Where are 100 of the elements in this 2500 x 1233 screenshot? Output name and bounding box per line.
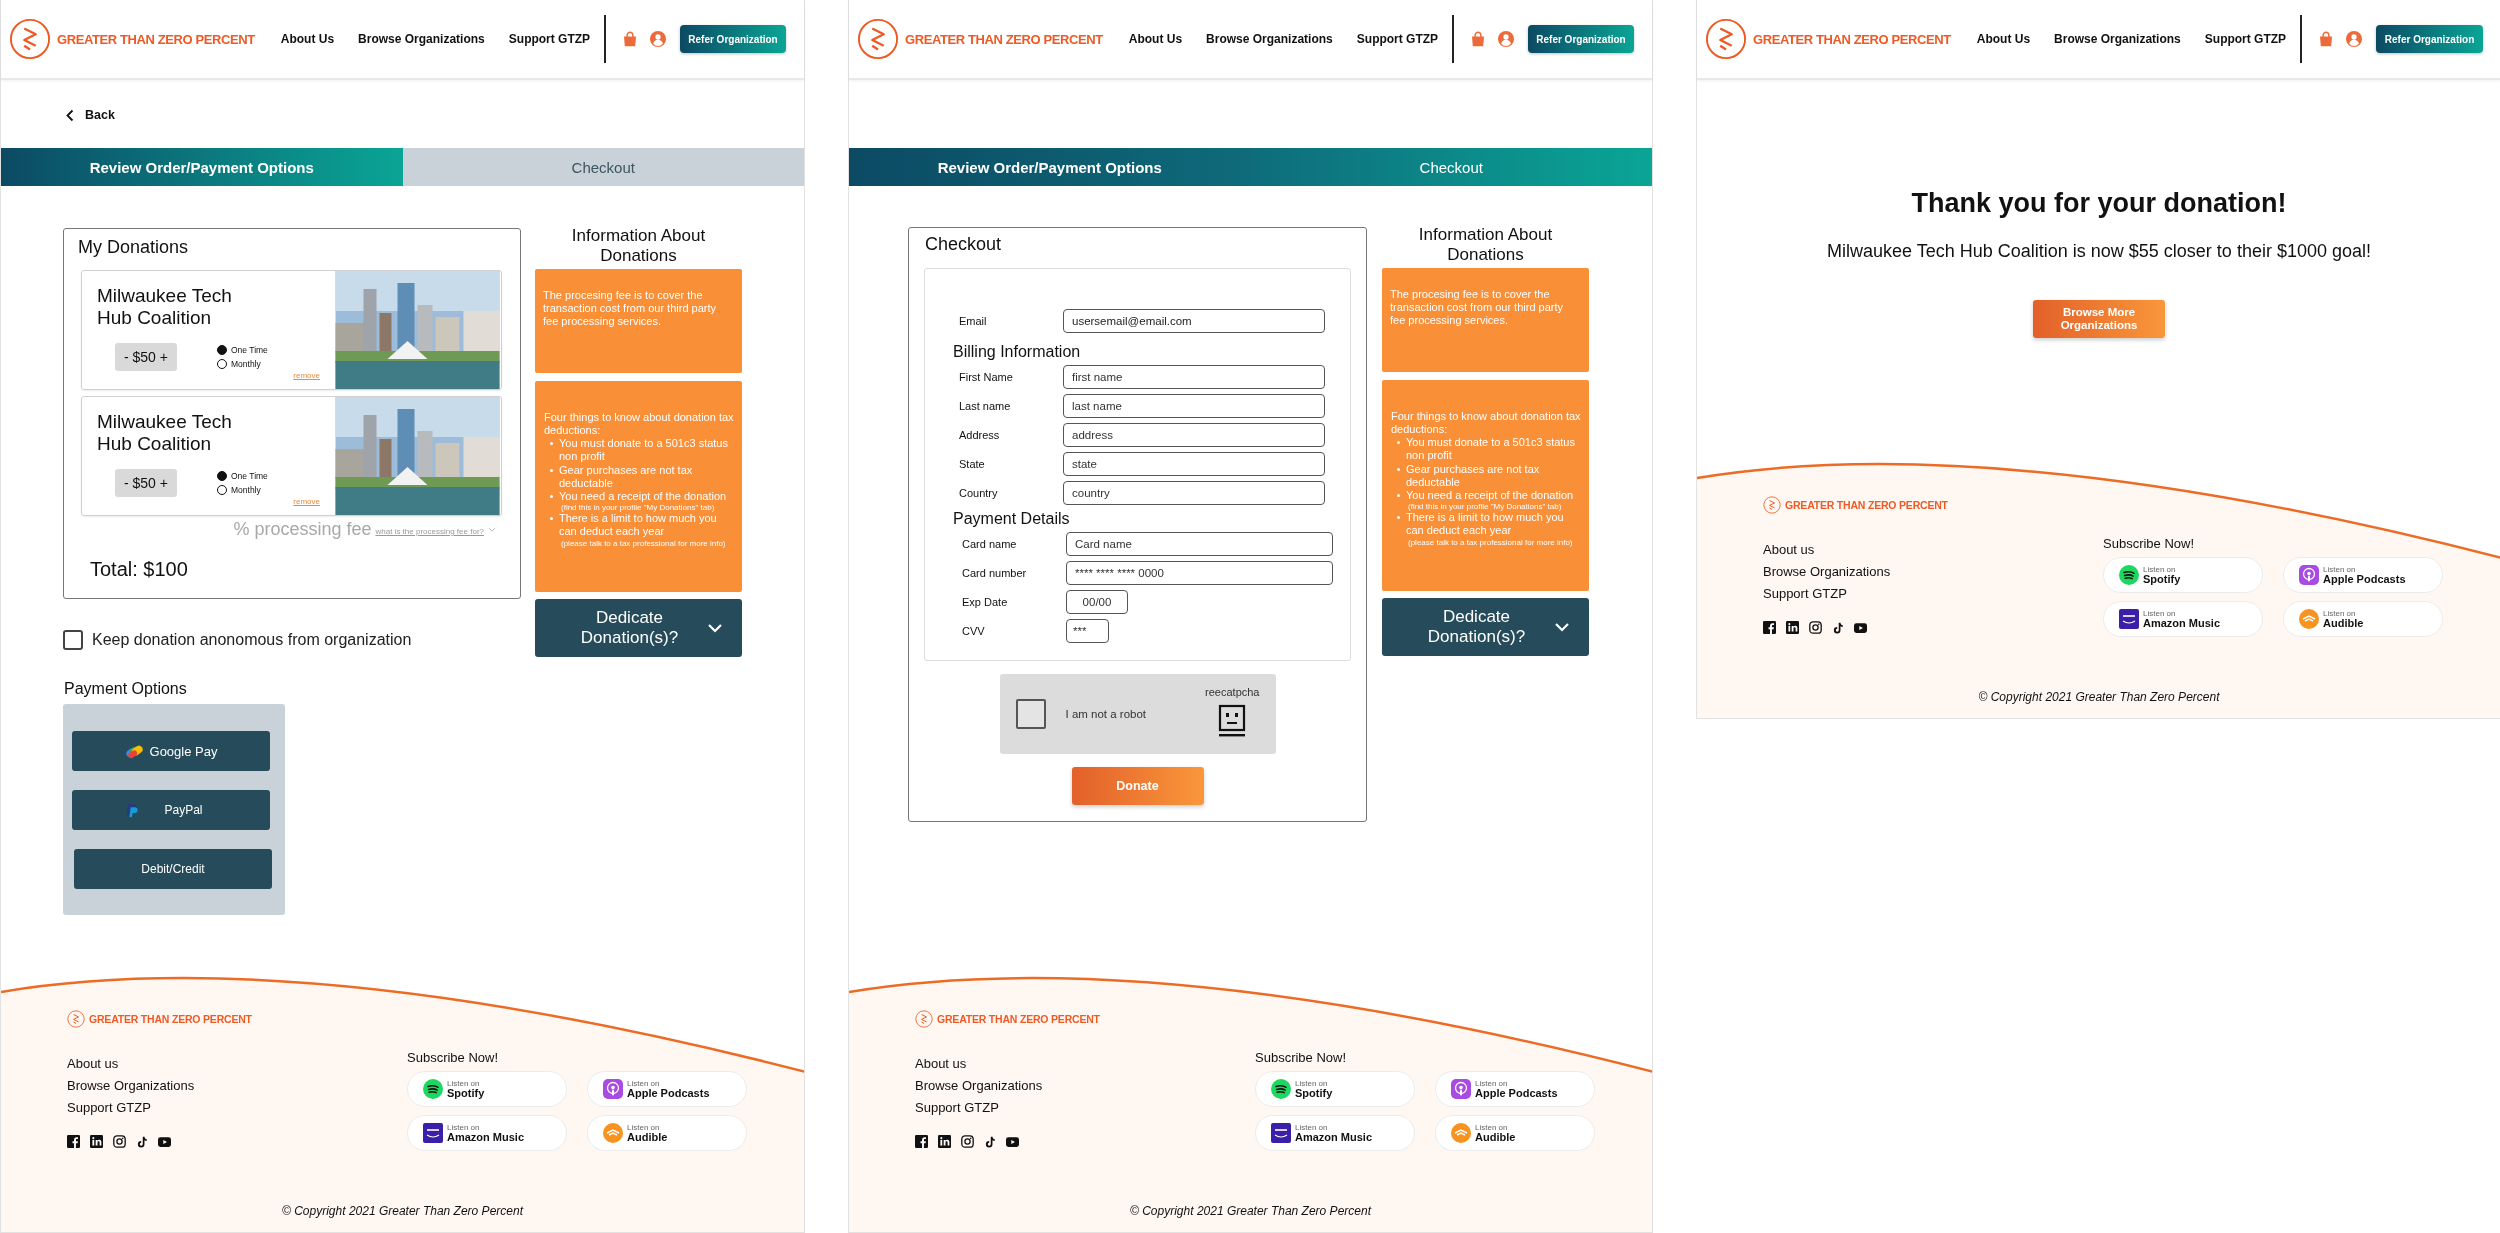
instagram-icon[interactable]: [1809, 621, 1822, 634]
footer-link[interactable]: Browse Organizations: [1763, 564, 2103, 579]
footer-link[interactable]: Support GTZP: [1763, 586, 2103, 601]
badge-label: Amazon Music: [2143, 617, 2220, 629]
nav-link[interactable]: Support GTZP: [508, 32, 591, 46]
instagram-icon[interactable]: [113, 1135, 126, 1148]
nav-link[interactable]: Browse Organizations: [2054, 32, 2181, 46]
back-link[interactable]: Back: [65, 107, 115, 123]
input-field[interactable]: 00/00: [1066, 590, 1128, 614]
nav-link[interactable]: About Us: [1128, 32, 1183, 46]
footer-link[interactable]: Support GTZP: [915, 1100, 1255, 1115]
radio-button[interactable]: [217, 484, 227, 495]
badge-label: Audible: [2323, 617, 2364, 629]
nav-link[interactable]: Browse Organizations: [1206, 32, 1333, 46]
podcast-badge[interactable]: Listen on Apple Podcasts: [2283, 557, 2443, 593]
checkbox[interactable]: [63, 630, 83, 650]
payment-button[interactable]: Debit/Credit: [74, 849, 272, 889]
podcast-badge[interactable]: Listen on Apple Podcasts: [1435, 1071, 1595, 1107]
radio-button[interactable]: [217, 470, 227, 481]
payment-button[interactable]: Google Pay: [72, 731, 270, 771]
badge-label: Apple Podcasts: [1475, 1087, 1558, 1099]
tab[interactable]: Checkout: [402, 148, 804, 186]
nav-link[interactable]: Support GTZP: [1356, 32, 1439, 46]
footer-link[interactable]: Browse Organizations: [915, 1078, 1255, 1093]
tab[interactable]: Review Order/Payment Options: [849, 148, 1251, 186]
payment-button[interactable]: PayPal: [72, 790, 270, 830]
radio-button[interactable]: [217, 344, 227, 355]
nav-link[interactable]: About Us: [1976, 32, 2031, 46]
tiktok-icon[interactable]: [136, 1135, 148, 1148]
input-field[interactable]: state: [1063, 452, 1325, 476]
footer-link[interactable]: About us: [1763, 542, 2103, 557]
youtube-icon[interactable]: [1854, 622, 1867, 633]
dedicate-button[interactable]: Dedicate Donation(s)?: [535, 598, 742, 657]
tiktok-icon[interactable]: [1832, 621, 1844, 634]
linkedin-icon[interactable]: [938, 1135, 951, 1148]
facebook-icon[interactable]: [67, 1135, 80, 1148]
info-note: (find this in your profile "My Donations" tab): [1407, 502, 1563, 512]
input-field[interactable]: **** **** **** 0000: [1066, 561, 1333, 585]
refer-organization-button[interactable]: Refer Organization: [680, 25, 786, 53]
bullet-dot: [550, 494, 553, 498]
youtube-icon[interactable]: [1006, 1136, 1019, 1147]
badge-caption: Listen on: [2143, 565, 2177, 574]
radio-label: Monthly: [231, 484, 261, 495]
input-field[interactable]: ***: [1066, 619, 1109, 643]
spotify-icon: [2119, 565, 2139, 585]
facebook-icon[interactable]: [915, 1135, 928, 1148]
user-icon[interactable]: [650, 31, 666, 47]
linkedin-icon[interactable]: [1786, 621, 1799, 634]
refer-organization-button[interactable]: Refer Organization: [1528, 25, 1634, 53]
bag-icon[interactable]: [1470, 31, 1486, 47]
podcast-badge[interactable]: Listen on Spotify: [1255, 1071, 1415, 1107]
nav-link[interactable]: Browse Organizations: [358, 32, 485, 46]
captcha-brand: reecatpcha: [1205, 686, 1260, 698]
footer-link[interactable]: Browse Organizations: [67, 1078, 407, 1093]
info-text: There is a limit to how much you can deduct each year: [1406, 511, 1565, 538]
refer-organization-button[interactable]: Refer Organization: [2376, 25, 2483, 53]
podcast-badge[interactable]: Listen on Audible: [2283, 601, 2443, 637]
input-field[interactable]: Card name: [1066, 532, 1333, 556]
field-label: Exp Date: [961, 596, 1009, 608]
podcast-badge[interactable]: Listen on Spotify: [407, 1071, 567, 1107]
input-field[interactable]: usersemail@email.com: [1063, 309, 1325, 333]
footer-link[interactable]: Support GTZP: [67, 1100, 407, 1115]
bullet-dot: [550, 468, 553, 472]
bag-icon[interactable]: [2318, 31, 2335, 47]
podcast-badge[interactable]: Listen on Amazon Music: [407, 1115, 567, 1151]
input-field[interactable]: first name: [1063, 365, 1325, 389]
user-icon[interactable]: [2346, 31, 2363, 47]
chevron-down-icon: [1553, 621, 1570, 632]
input-field[interactable]: last name: [1063, 394, 1325, 418]
instagram-icon[interactable]: [961, 1135, 974, 1148]
nav-link[interactable]: About Us: [280, 32, 335, 46]
captcha-label: I am not a robot: [1065, 708, 1147, 720]
bag-icon[interactable]: [622, 31, 638, 47]
organization-name: Milwaukee Tech Hub Coalition: [97, 411, 233, 455]
podcast-badge[interactable]: Listen on Apple Podcasts: [587, 1071, 747, 1107]
field-label: Country: [958, 487, 999, 499]
user-icon[interactable]: [1498, 31, 1514, 47]
podcast-badge[interactable]: Listen on Amazon Music: [1255, 1115, 1415, 1151]
linkedin-icon[interactable]: [90, 1135, 103, 1148]
input-field[interactable]: country: [1063, 481, 1325, 505]
podcast-badge[interactable]: Listen on Audible: [1435, 1115, 1595, 1151]
podcast-badge[interactable]: Listen on Amazon Music: [2103, 601, 2263, 637]
logo-icon: [915, 1010, 933, 1028]
field-label: Card name: [961, 538, 1018, 550]
tab[interactable]: Checkout: [1250, 148, 1652, 186]
dedicate-button[interactable]: Dedicate Donation(s)?: [1382, 597, 1589, 656]
captcha-checkbox[interactable]: [1015, 699, 1046, 729]
footer-link[interactable]: About us: [67, 1056, 407, 1071]
footer-link[interactable]: About us: [915, 1056, 1255, 1071]
podcast-badge[interactable]: Listen on Spotify: [2103, 557, 2263, 593]
youtube-icon[interactable]: [158, 1136, 171, 1147]
nav-link[interactable]: Support GTZP: [2204, 32, 2287, 46]
facebook-icon[interactable]: [1763, 621, 1776, 634]
amount-stepper[interactable]: - $50 +: [115, 468, 177, 497]
tab[interactable]: Review Order/Payment Options: [1, 148, 403, 186]
input-field[interactable]: address: [1063, 423, 1325, 447]
amount-stepper[interactable]: - $50 +: [115, 342, 177, 371]
radio-button[interactable]: [217, 358, 227, 369]
tiktok-icon[interactable]: [984, 1135, 996, 1148]
podcast-badge[interactable]: Listen on Audible: [587, 1115, 747, 1151]
